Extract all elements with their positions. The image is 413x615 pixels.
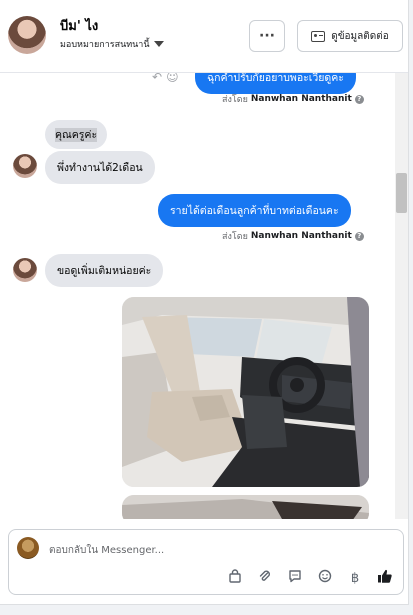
more-options-button[interactable]: ··· bbox=[249, 20, 285, 52]
sent-by-line: ส่งโดย Nanwhan Nanthanit ? bbox=[222, 92, 364, 106]
car-interior-photo[interactable] bbox=[122, 297, 369, 487]
chat-header: บีม' ไง มอบหมายการสนทนานี้ ··· ดูข้อมูลต… bbox=[0, 0, 408, 73]
message-text: คุณครูค่ะ bbox=[55, 128, 98, 142]
emoji-icon[interactable] bbox=[317, 569, 333, 587]
like-icon[interactable] bbox=[377, 568, 393, 588]
contact-avatar[interactable] bbox=[8, 16, 46, 54]
reply-input[interactable]: ตอบกลับใน Messenger... bbox=[49, 543, 164, 558]
more-icon: ··· bbox=[259, 28, 275, 44]
message-list[interactable]: ฉุกคำปรับกัยอยาบพอะเวียดูคะ ↶ ☺ ส่งโดย N… bbox=[0, 73, 408, 519]
message-text: รายได้ต่อเดือนลูกค้าที่บาทต่อเดือนคะ bbox=[170, 205, 339, 217]
composer-toolbar: ฿ bbox=[227, 568, 393, 588]
message-incoming[interactable]: คุณครูค่ะ bbox=[45, 120, 108, 149]
message-text: พึ่งทำงานได้2เดือน bbox=[57, 162, 143, 174]
sent-by-prefix: ส่งโดย bbox=[222, 232, 248, 242]
chat-panel: บีม' ไง มอบหมายการสนทนานี้ ··· ดูข้อมูลต… bbox=[0, 0, 409, 605]
message-outgoing[interactable]: ฉุกคำปรับกัยอยาบพอะเวียดูคะ bbox=[195, 73, 356, 94]
question-icon[interactable]: ? bbox=[354, 231, 364, 241]
question-icon[interactable]: ? bbox=[354, 94, 364, 104]
sent-by-line: ส่งโดย Nanwhan Nanthanit ? bbox=[222, 229, 364, 243]
page-avatar bbox=[17, 537, 39, 559]
message-text: ขอดูเพิ่มเติมหน่อยค่ะ bbox=[57, 265, 152, 277]
car-interior-image bbox=[122, 297, 369, 487]
sent-by-prefix: ส่งโดย bbox=[222, 95, 248, 105]
contact-avatar-small[interactable] bbox=[13, 154, 37, 178]
scrollbar-thumb[interactable] bbox=[396, 173, 407, 213]
chevron-down-icon bbox=[153, 41, 164, 47]
chat-bubble-icon[interactable] bbox=[287, 569, 303, 587]
car-photo-partial[interactable] bbox=[122, 495, 369, 519]
sent-by-name: Nanwhan Nanthanit bbox=[250, 94, 352, 104]
sent-by-name: Nanwhan Nanthanit bbox=[250, 231, 352, 241]
bag-icon[interactable] bbox=[227, 569, 243, 587]
baht-icon[interactable]: ฿ bbox=[347, 571, 363, 586]
paperclip-icon[interactable] bbox=[257, 569, 273, 587]
message-text: ฉุกคำปรับกัยอยาบพอะเวียดูคะ bbox=[207, 73, 344, 84]
contact-avatar-small[interactable] bbox=[13, 258, 37, 282]
scrollbar-track[interactable] bbox=[395, 73, 408, 519]
emoji-react-icon[interactable]: ☺ bbox=[166, 73, 179, 84]
contact-name[interactable]: บีม' ไง bbox=[60, 15, 98, 36]
reply-icon[interactable]: ↶ bbox=[152, 73, 162, 84]
reply-composer[interactable]: ตอบกลับใน Messenger... ฿ bbox=[8, 529, 404, 595]
message-outgoing[interactable]: รายได้ต่อเดือนลูกค้าที่บาทต่อเดือนคะ bbox=[158, 194, 351, 227]
message-incoming[interactable]: ขอดูเพิ่มเติมหน่อยค่ะ bbox=[45, 254, 164, 287]
car-image-partial bbox=[122, 495, 369, 519]
view-contact-button[interactable]: ดูข้อมูลติดต่อ bbox=[297, 20, 403, 52]
message-incoming[interactable]: พึ่งทำงานได้2เดือน bbox=[45, 151, 155, 184]
contact-card-icon bbox=[311, 30, 326, 42]
assign-label: มอบหมายการสนทนานี้ bbox=[60, 40, 150, 50]
view-contact-label: ดูข้อมูลติดต่อ bbox=[331, 30, 389, 42]
assign-conversation[interactable]: มอบหมายการสนทนานี้ bbox=[60, 37, 164, 51]
message-actions: ↶ ☺ bbox=[152, 73, 179, 84]
